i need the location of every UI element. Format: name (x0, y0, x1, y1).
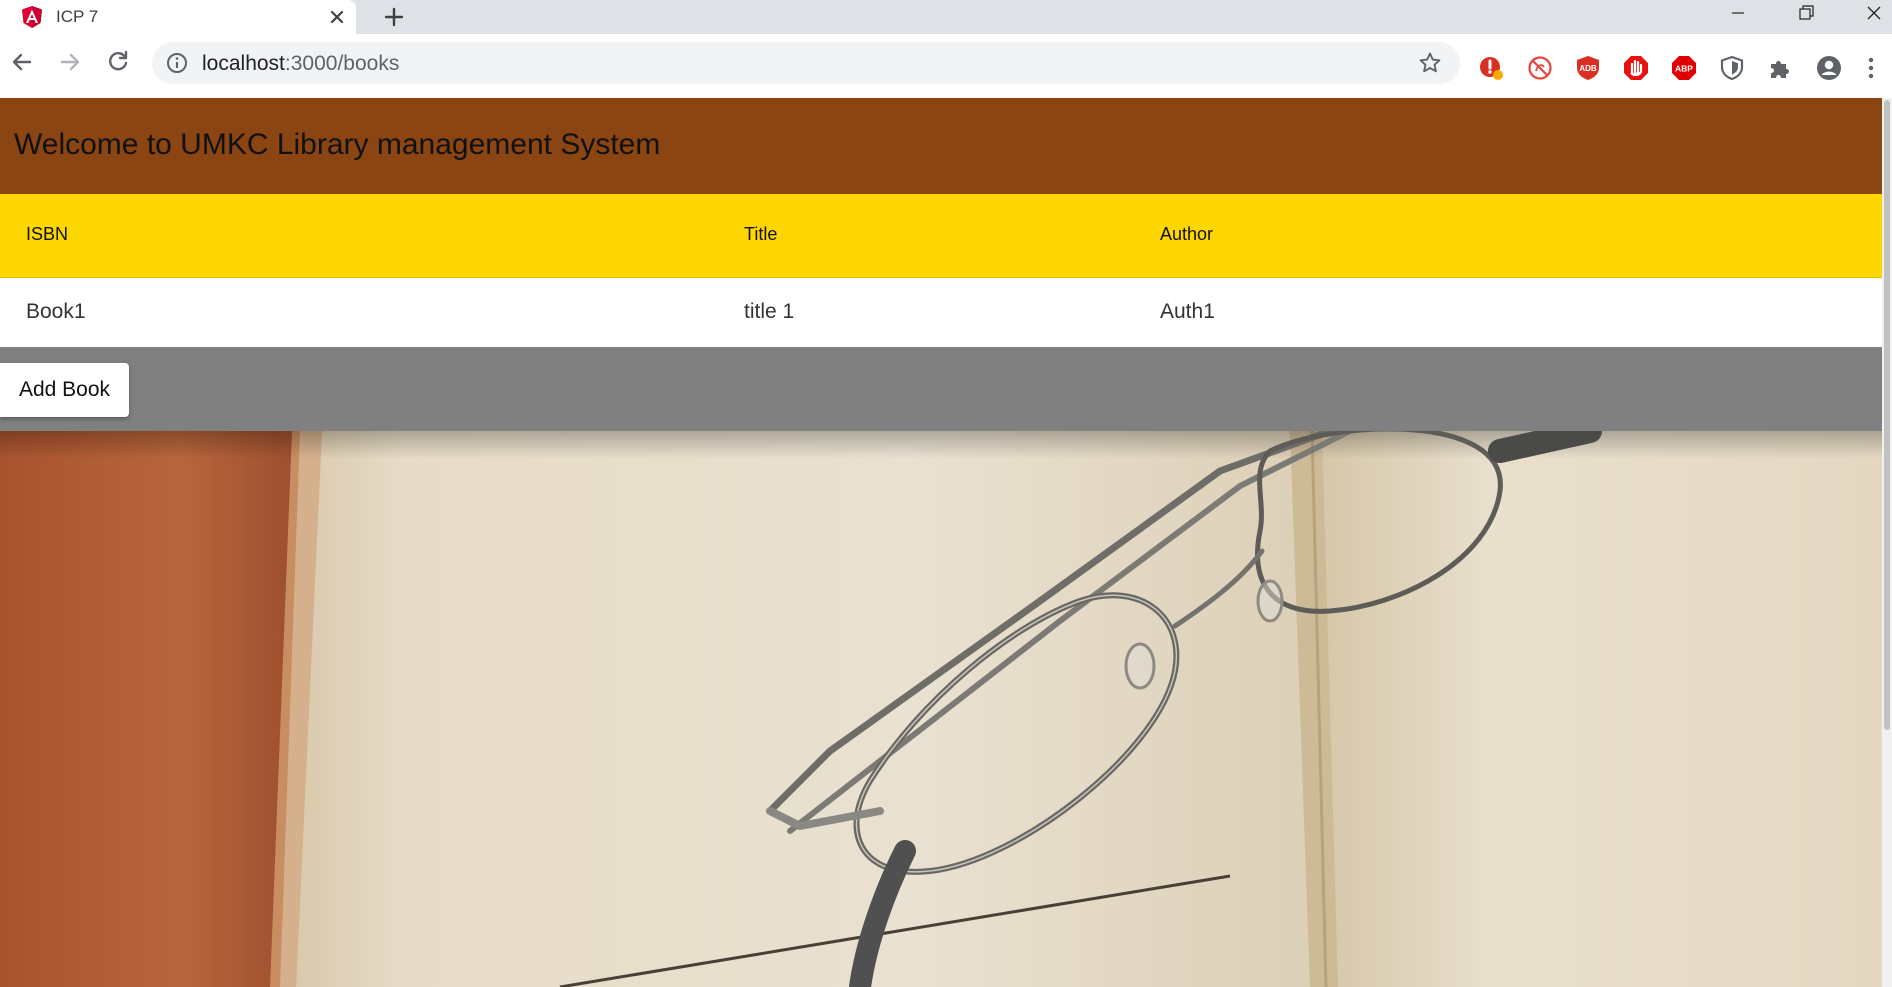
scrollbar-thumb[interactable] (1884, 100, 1890, 730)
bookmark-star-icon[interactable] (1418, 51, 1442, 75)
abp-extension-icon[interactable]: ABP (1671, 55, 1697, 81)
kebab-menu-icon[interactable] (1864, 55, 1878, 81)
cell-author: Auth1 (1160, 300, 1215, 323)
minimize-window-icon[interactable] (1708, 0, 1768, 30)
page-header: Welcome to UMKC Library management Syste… (0, 98, 1882, 194)
background-book-glasses-image (0, 431, 1882, 987)
angular-favicon-icon (22, 6, 42, 28)
restore-window-icon[interactable] (1776, 0, 1836, 30)
browser-tab-strip: ICP 7 (0, 0, 1892, 34)
close-tab-icon[interactable] (326, 6, 348, 28)
browser-tab[interactable]: ICP 7 (0, 0, 356, 34)
new-tab-plus-icon[interactable] (382, 5, 406, 29)
profile-avatar-icon[interactable] (1816, 55, 1842, 81)
stop-hand-extension-icon[interactable] (1623, 55, 1649, 81)
no-entry-extension-icon[interactable] (1527, 55, 1553, 81)
address-bar[interactable]: localhost:3000/books (152, 42, 1460, 84)
page-scrollbar[interactable] (1882, 98, 1892, 987)
books-table-header: ISBN Title Author (0, 194, 1882, 277)
puzzle-icon[interactable] (1767, 55, 1793, 81)
alert-extension-icon[interactable] (1478, 55, 1504, 81)
tab-title: ICP 7 (56, 7, 99, 26)
url-host: localhost (202, 52, 285, 75)
close-window-icon[interactable] (1844, 0, 1892, 30)
cell-title: title 1 (744, 300, 795, 323)
adblock-label: ADB (1579, 64, 1597, 73)
page-title: Welcome to UMKC Library management Syste… (14, 128, 661, 161)
add-book-button[interactable]: Add Book (0, 363, 129, 417)
cell-isbn: Book1 (26, 300, 86, 323)
column-header-title: Title (744, 224, 778, 244)
action-bar: Add Book (0, 347, 1882, 431)
url-text[interactable]: localhost:3000/books (202, 52, 399, 76)
forward-arrow-icon[interactable] (56, 48, 84, 76)
back-arrow-icon[interactable] (8, 48, 36, 76)
adblock-extension-icon[interactable]: ADB (1575, 55, 1601, 81)
column-header-author: Author (1160, 224, 1214, 244)
abp-label: ABP (1675, 64, 1693, 74)
reload-icon[interactable] (104, 48, 132, 76)
page-viewport: Welcome to UMKC Library management Syste… (0, 98, 1882, 987)
table-row[interactable]: Book1 title 1 Auth1 (0, 277, 1882, 347)
shield-extension-icon[interactable] (1719, 55, 1745, 81)
browser-toolbar: localhost:3000/books ADB ABP (0, 34, 1892, 98)
column-header-isbn: ISBN (26, 224, 69, 244)
url-path: :3000/books (284, 52, 400, 75)
site-info-icon[interactable] (166, 52, 188, 74)
